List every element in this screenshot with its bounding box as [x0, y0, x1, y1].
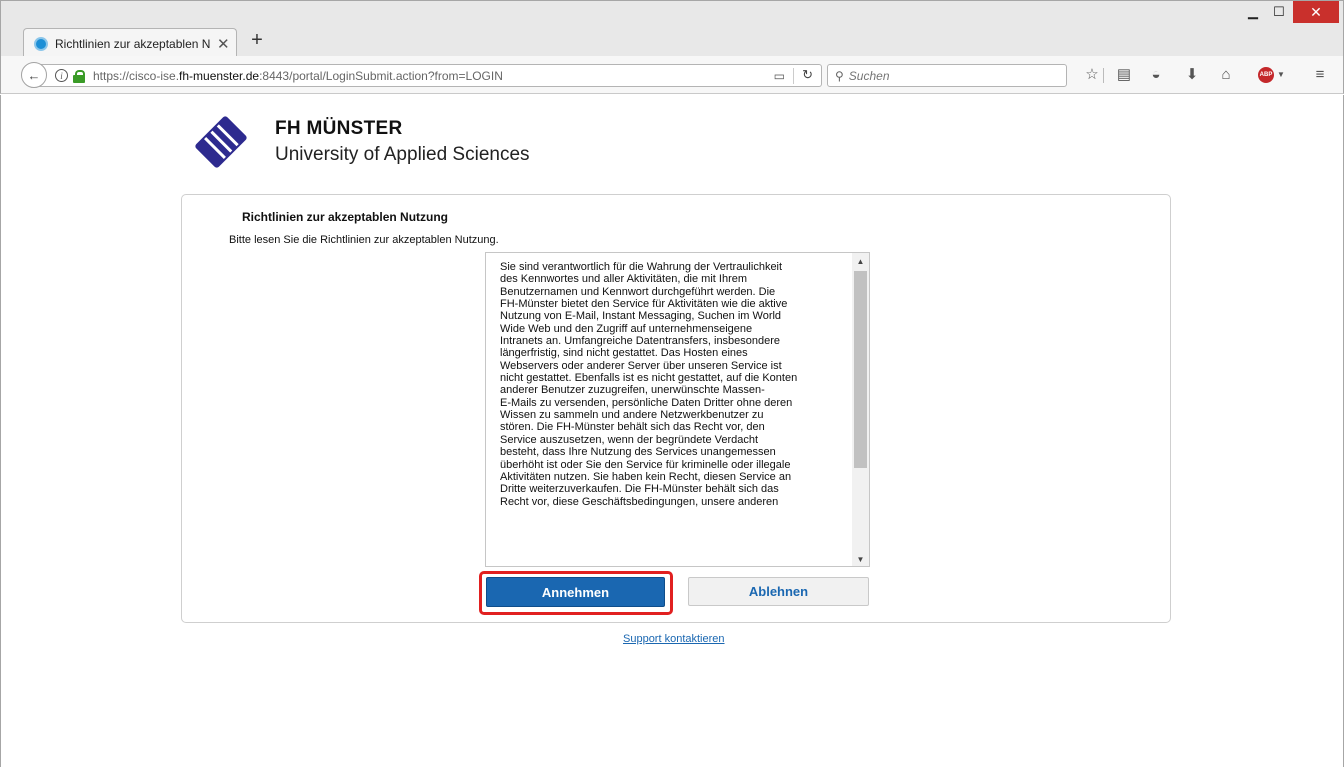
back-button[interactable]: ← [21, 62, 47, 88]
pocket-icon[interactable]: ◒ [1146, 66, 1166, 84]
policy-textbox[interactable]: Sie sind verantwortlich für die Wahrung … [485, 252, 870, 567]
reload-icon[interactable]: ↻ [802, 67, 813, 83]
url-prefix: https://cisco-ise. [93, 68, 180, 83]
address-bar[interactable]: i https://cisco-ise.fh-muenster.de:8443/… [39, 64, 822, 87]
policy-card: Richtlinien zur akzeptablen Nutzung Bitt… [181, 194, 1171, 623]
scroll-thumb[interactable] [854, 271, 867, 468]
search-bar[interactable]: ⚲ [827, 64, 1067, 87]
reader-view-icon[interactable]: ▭ [774, 69, 785, 83]
policy-text: Sie sind verantwortlich für die Wahrung … [500, 261, 840, 508]
maximize-window-icon[interactable]: ☐ [1267, 1, 1291, 23]
policy-text-line: Aktivitäten nutzen. Sie haben kein Recht… [500, 470, 792, 483]
search-input[interactable] [848, 68, 1049, 83]
accept-button[interactable]: Annehmen [486, 577, 665, 607]
home-icon[interactable]: ⌂ [1216, 66, 1236, 84]
site-info-icon[interactable]: i [55, 69, 68, 82]
brand-subtitle: University of Applied Sciences [275, 144, 530, 165]
reading-list-icon[interactable]: ▤ [1114, 66, 1134, 84]
policy-text-line: Intranets an. Umfangreiche Datentransfer… [500, 335, 781, 348]
download-icon[interactable]: ⬇ [1182, 66, 1202, 84]
policy-text-line: Nutzung von E-Mail, Instant Messaging, S… [500, 310, 782, 323]
menu-icon[interactable]: ≡ [1310, 66, 1330, 84]
minimize-window-icon[interactable]: ▁ [1241, 1, 1265, 23]
new-tab-button[interactable]: + [247, 29, 267, 51]
browser-toolbar: i https://cisco-ise.fh-muenster.de:8443/… [0, 56, 1344, 94]
policy-text-line: Dritte weiterzuverkaufen. Die FH-Münster… [500, 483, 779, 496]
url-suffix: :8443/portal/LoginSubmit.action?from=LOG… [259, 68, 503, 83]
policy-text-line: FH-Münster bietet den Service für Aktivi… [500, 298, 788, 311]
decline-button[interactable]: Ablehnen [688, 577, 869, 606]
scroll-down-icon[interactable]: ▼ [852, 551, 869, 566]
brand-title: FH MÜNSTER [275, 118, 403, 139]
browser-tab[interactable]: Richtlinien zur akzeptablen N ✕ [23, 28, 237, 58]
policy-text-line: überhöht ist oder Sie den Service für kr… [500, 458, 791, 471]
policy-text-line: Wissen zu sammeln und andere Netzwerkben… [500, 409, 764, 422]
policy-text-line: Webservers oder anderer Server über unse… [500, 359, 782, 372]
globe-favicon-icon [34, 36, 48, 51]
policy-text-line: Service auszusetzen, wenn der begründete… [500, 433, 759, 446]
tab-title: Richtlinien zur akzeptablen N [55, 36, 211, 51]
scrollbar[interactable]: ▲ ▼ [852, 253, 869, 566]
policy-text-line: Benutzernamen und Kennwort durchgeführt … [500, 285, 776, 298]
policy-text-line: Sie sind verantwortlich für die Wahrung … [500, 261, 783, 273]
toolbar-divider [1103, 68, 1104, 83]
policy-text-line: nicht gestattet. Ebenfalls ist es nicht … [500, 372, 798, 385]
policy-text-line: des Kennwortes und aller Aktivitäten, di… [500, 273, 748, 286]
close-window-icon[interactable]: ✕ [1293, 1, 1339, 23]
scroll-up-icon[interactable]: ▲ [852, 253, 869, 270]
policy-text-line: stören. Die FH-Münster behält sich das R… [500, 421, 765, 434]
url-domain: fh-muenster.de [179, 68, 260, 83]
url-divider [793, 68, 794, 84]
chevron-down-icon[interactable]: ▼ [1277, 70, 1285, 79]
adblock-icon[interactable]: ABP [1258, 67, 1274, 83]
tab-close-icon[interactable]: ✕ [217, 35, 230, 53]
page-content: FH MÜNSTER University of Applied Science… [0, 95, 1344, 767]
browser-titlebar: Richtlinien zur akzeptablen N ✕ + ▁ ☐ ✕ [0, 0, 1344, 58]
page-title: Richtlinien zur akzeptablen Nutzung [242, 210, 449, 224]
policy-text-line: E-Mails zu versenden, persönliche Daten … [500, 396, 793, 409]
policy-text-line: besteht, dass Ihre Nutzung des Services … [500, 446, 776, 459]
policy-text-line: anderer Benutzer zuzugreifen, unerwünsch… [500, 384, 765, 397]
policy-text-line: Recht vor, diese Geschäftsbedingungen, u… [500, 495, 779, 508]
policy-text-line: Wide Web und den Zugriff auf unternehmen… [500, 322, 753, 335]
lock-icon[interactable] [73, 69, 85, 83]
url-text[interactable]: https://cisco-ise.fh-muenster.de:8443/po… [93, 69, 503, 83]
support-link[interactable]: Support kontaktieren [623, 633, 725, 645]
fh-logo-icon [195, 116, 247, 168]
bookmark-star-icon[interactable]: ☆ [1082, 66, 1102, 84]
back-arrow-icon: ← [27, 67, 41, 83]
search-icon: ⚲ [835, 68, 844, 83]
policy-intro: Bitte lesen Sie die Richtlinien zur akze… [229, 234, 499, 246]
policy-text-line: längerfristig, sind nicht gestattet. Das… [500, 347, 748, 360]
